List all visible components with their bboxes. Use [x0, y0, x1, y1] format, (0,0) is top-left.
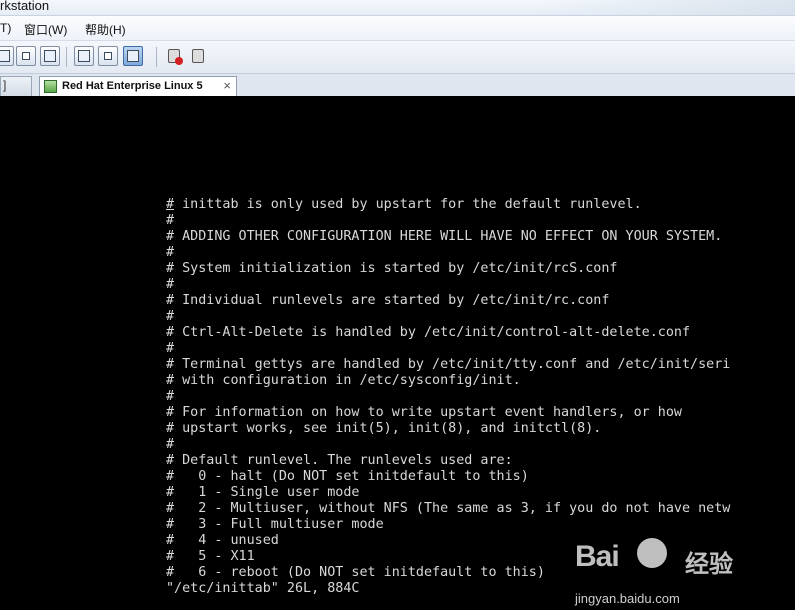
close-icon[interactable]: ×	[223, 78, 231, 93]
console-line: # For information on how to write upstar…	[166, 405, 682, 420]
console-line: #	[166, 213, 175, 228]
console-line: # 0 - halt (Do NOT set initdefault to th…	[166, 469, 529, 484]
console-line: #	[166, 341, 175, 356]
tab-label: Red Hat Enterprise Linux 5	[62, 80, 203, 92]
tab-view-button[interactable]	[123, 46, 143, 66]
title-bar: rkstation	[0, 0, 795, 16]
text-cursor: #	[166, 197, 175, 212]
console-line: # 1 - Single user mode	[166, 485, 360, 500]
windowed-button[interactable]	[40, 46, 60, 66]
console-line: # with configuration in /etc/sysconfig/i…	[166, 373, 521, 388]
console-line: "/etc/inittab" 26L, 884C	[166, 581, 360, 596]
menu-item-help[interactable]: 帮助(H)	[85, 21, 126, 38]
snapshot-manager-icon	[192, 49, 204, 63]
fullscreen-icon	[0, 50, 10, 62]
watermark-url: jingyan.baidu.com	[575, 591, 680, 606]
snapshot-manager-button[interactable]	[188, 46, 208, 66]
unity-button[interactable]	[16, 46, 36, 66]
console-view-button[interactable]	[74, 46, 94, 66]
tab-view-icon	[127, 50, 139, 62]
console-line: #	[166, 309, 175, 324]
console-line: # inittab is only used by upstart for th…	[166, 197, 642, 212]
vm-icon	[44, 80, 57, 93]
console-line: # 6 - reboot (Do NOT set initdefault to …	[166, 565, 545, 580]
thumbnail-icon	[104, 52, 112, 60]
console-line: #	[166, 277, 175, 292]
menu-item-partial[interactable]: T)	[0, 21, 11, 35]
fullscreen-button[interactable]	[0, 46, 14, 66]
console-line: # 2 - Multiuser, without NFS (The same a…	[166, 501, 731, 516]
console-line: # Individual runlevels are started by /e…	[166, 293, 610, 308]
console-line: # System initialization is started by /e…	[166, 261, 618, 276]
toolbar	[0, 41, 795, 74]
console-line: # ADDING OTHER CONFIGURATION HERE WILL H…	[166, 229, 723, 244]
console-icon	[78, 50, 90, 62]
console-line: #	[166, 437, 175, 452]
vm-console[interactable]: # inittab is only used by upstart for th…	[0, 96, 795, 610]
unity-icon	[22, 52, 30, 60]
menu-bar: T) 窗口(W) 帮助(H)	[0, 16, 795, 41]
console-line: # 3 - Full multiuser mode	[166, 517, 384, 532]
tab-bar: ] Red Hat Enterprise Linux 5 ×	[0, 74, 795, 97]
watermark-brand-cn: 经验	[685, 551, 733, 578]
console-line: # upstart works, see init(5), init(8), a…	[166, 421, 602, 436]
console-line: #	[166, 245, 175, 260]
window-icon	[44, 50, 56, 62]
baidu-watermark: Bai 经验 jingyan.baidu.com	[575, 534, 775, 606]
console-line: # 5 - X11	[166, 549, 255, 564]
console-line: # Terminal gettys are handled by /etc/in…	[166, 357, 731, 372]
console-line: #	[166, 389, 175, 404]
console-line: # 4 - unused	[166, 533, 279, 548]
window-title: rkstation	[0, 0, 50, 13]
menu-item-window[interactable]: 窗口(W)	[24, 21, 67, 38]
watermark-brand: Bai	[575, 540, 620, 573]
snapshot-button[interactable]	[164, 46, 184, 66]
thumbnail-view-button[interactable]	[98, 46, 118, 66]
tab-home[interactable]: ]	[0, 76, 32, 96]
console-line: # Ctrl-Alt-Delete is handled by /etc/ini…	[166, 325, 691, 340]
console-line: # Default runlevel. The runlevels used a…	[166, 453, 513, 468]
paw-icon	[637, 538, 667, 568]
tab-red-hat-enterprise-linux-5[interactable]: Red Hat Enterprise Linux 5 ×	[39, 76, 237, 97]
